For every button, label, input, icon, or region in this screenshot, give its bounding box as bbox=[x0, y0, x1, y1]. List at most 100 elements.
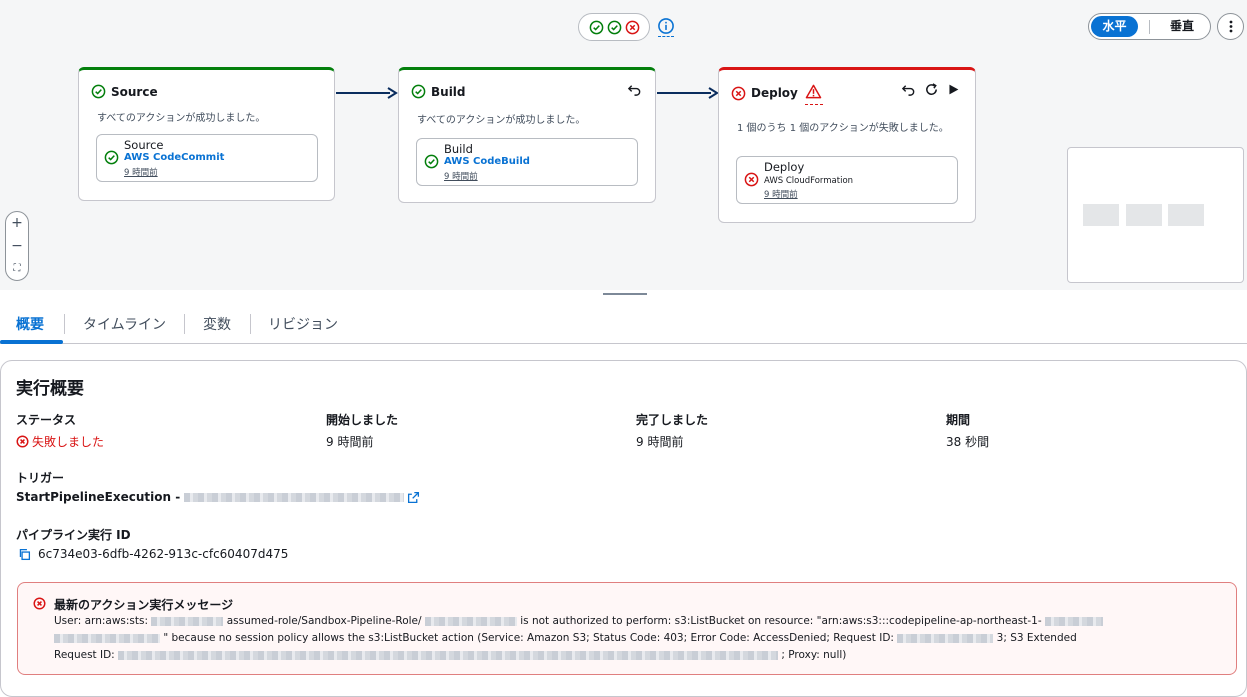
success-icon bbox=[589, 20, 603, 34]
duration-value: 38 秒間 bbox=[946, 435, 990, 449]
rollback-icon[interactable] bbox=[627, 82, 642, 97]
stage-transition-arrow bbox=[657, 87, 719, 99]
success-icon bbox=[424, 154, 439, 169]
stage-title: Source bbox=[91, 84, 158, 99]
divider bbox=[64, 314, 65, 334]
tab-revisions[interactable]: リビジョン bbox=[268, 314, 338, 334]
orientation-vertical-button[interactable]: 垂直 bbox=[1165, 16, 1199, 37]
redacted-text bbox=[1044, 616, 1103, 626]
minimap-stage bbox=[1083, 204, 1119, 226]
warning-icon[interactable] bbox=[804, 84, 823, 105]
stage-source: Source すべてのアクションが成功しました。 Source AWS Code… bbox=[78, 67, 335, 201]
tab-overview[interactable]: 概要 bbox=[16, 314, 44, 334]
action-provider: AWS CloudFormation bbox=[764, 176, 854, 186]
orientation-horizontal-button[interactable]: 水平 bbox=[1091, 16, 1138, 37]
error-text: is not authorized to perform: s3:ListBuc… bbox=[520, 615, 1042, 627]
minimap-stage bbox=[1126, 204, 1162, 226]
status-text: 失敗しました bbox=[32, 435, 105, 449]
minimap-stage bbox=[1168, 204, 1204, 226]
stage-description: すべてのアクションが成功しました。 bbox=[417, 115, 586, 126]
success-icon bbox=[91, 84, 106, 99]
external-link-icon[interactable] bbox=[407, 491, 420, 504]
stage-title: Deploy bbox=[731, 84, 823, 105]
error-text: Request ID: bbox=[54, 649, 115, 661]
zoom-controls: + − ⛶ bbox=[5, 211, 29, 281]
trigger-text: StartPipelineExecution - bbox=[16, 490, 185, 504]
action-card-source[interactable]: Source AWS CodeCommit 9 時間前 bbox=[96, 134, 318, 182]
action-name: Source bbox=[124, 138, 164, 152]
action-card-build[interactable]: Build AWS CodeBuild 9 時間前 bbox=[416, 138, 638, 186]
trigger-label: トリガー bbox=[16, 471, 65, 485]
action-time[interactable]: 9 時間前 bbox=[124, 166, 158, 178]
stage-title: Build bbox=[411, 84, 466, 99]
completed-value: 9 時間前 bbox=[636, 435, 684, 449]
failure-icon bbox=[16, 435, 29, 448]
error-text: User: arn:aws:sts: bbox=[54, 615, 149, 627]
panel-resize-handle[interactable] bbox=[603, 293, 647, 295]
success-icon bbox=[411, 84, 426, 99]
status-label: ステータス bbox=[16, 413, 77, 427]
more-vertical-icon[interactable] bbox=[1217, 13, 1244, 40]
copy-icon[interactable] bbox=[18, 548, 31, 561]
minimap[interactable] bbox=[1067, 147, 1244, 283]
info-icon[interactable] bbox=[657, 17, 675, 37]
trigger-value: StartPipelineExecution - bbox=[16, 490, 420, 504]
error-message-line: Request ID: ; Proxy: null) bbox=[54, 649, 846, 661]
tab-variables[interactable]: 変数 bbox=[203, 314, 231, 334]
execution-id-text: 6c734e03-6dfb-4262-913c-cfc60407d475 bbox=[38, 547, 289, 561]
stage-controls bbox=[901, 82, 960, 97]
stage-deploy: Deploy 1 個のうち 1 個のアクションが失敗しました。 Deploy A… bbox=[718, 67, 976, 223]
started-value: 9 時間前 bbox=[326, 435, 374, 449]
orientation-toggle: 水平 垂直 bbox=[1088, 13, 1211, 40]
play-icon[interactable] bbox=[947, 83, 960, 96]
error-message-line: User: arn:aws:sts: assumed-role/Sandbox-… bbox=[54, 615, 1103, 627]
success-icon bbox=[104, 150, 119, 165]
error-title: 最新のアクション実行メッセージ bbox=[54, 598, 234, 612]
duration-label: 期間 bbox=[946, 413, 971, 427]
stage-transition-arrow bbox=[336, 87, 398, 99]
error-text: 3; S3 Extended bbox=[996, 632, 1077, 644]
execution-summary-panel: 実行概要 ステータス 失敗しました 開始しました 9 時間前 完了しました 9 … bbox=[0, 360, 1247, 697]
failure-icon bbox=[731, 86, 746, 100]
stage-title-label: Source bbox=[111, 84, 158, 99]
action-name: Deploy bbox=[764, 160, 805, 174]
detail-tabs: 概要 タイムライン 変数 リビジョン bbox=[0, 300, 1247, 344]
rollback-icon[interactable] bbox=[901, 82, 916, 97]
action-provider-link[interactable]: AWS CodeCommit bbox=[124, 152, 224, 163]
redacted-text bbox=[54, 633, 160, 643]
execution-status-summary bbox=[578, 13, 650, 41]
action-card-deploy[interactable]: Deploy AWS CloudFormation 9 時間前 bbox=[736, 156, 958, 204]
error-text: " because no session policy allows the s… bbox=[163, 632, 894, 644]
completed-label: 完了しました bbox=[636, 413, 709, 427]
execution-id-value: 6c734e03-6dfb-4262-913c-cfc60407d475 bbox=[18, 547, 288, 561]
action-time[interactable]: 9 時間前 bbox=[764, 188, 798, 200]
redacted-text bbox=[184, 492, 405, 502]
stage-title-label: Build bbox=[431, 84, 466, 99]
failure-icon bbox=[744, 172, 759, 187]
redacted-text bbox=[424, 616, 517, 626]
divider bbox=[250, 314, 251, 334]
error-text: assumed-role/Sandbox-Pipeline-Role/ bbox=[226, 615, 422, 627]
action-provider-link[interactable]: AWS CodeBuild bbox=[444, 156, 530, 167]
latest-action-error-alert: 最新のアクション実行メッセージ User: arn:aws:sts: assum… bbox=[17, 582, 1237, 675]
active-tab-indicator bbox=[0, 340, 63, 344]
stage-title-label: Deploy bbox=[751, 86, 798, 100]
action-time[interactable]: 9 時間前 bbox=[444, 170, 478, 182]
fit-view-button[interactable]: ⛶ bbox=[6, 262, 28, 276]
tab-timeline[interactable]: タイムライン bbox=[83, 314, 166, 334]
started-label: 開始しました bbox=[326, 413, 399, 427]
failure-icon bbox=[625, 20, 639, 34]
divider bbox=[184, 314, 185, 334]
divider bbox=[1149, 20, 1150, 34]
zoom-in-button[interactable]: + bbox=[6, 216, 28, 230]
execution-id-label: パイプライン実行 ID bbox=[16, 528, 131, 542]
status-value: 失敗しました bbox=[16, 433, 104, 450]
error-message-line: " because no session policy allows the s… bbox=[54, 632, 1077, 644]
redacted-text bbox=[118, 650, 779, 660]
zoom-out-button[interactable]: − bbox=[6, 239, 28, 253]
retry-icon[interactable] bbox=[924, 82, 939, 97]
stage-description: すべてのアクションが成功しました。 bbox=[97, 113, 266, 124]
action-name: Build bbox=[444, 142, 473, 156]
panel-title: 実行概要 bbox=[16, 379, 84, 399]
pipeline-canvas[interactable]: 水平 垂直 Source すべてのアクションが成功しました。 Source AW… bbox=[0, 0, 1247, 290]
